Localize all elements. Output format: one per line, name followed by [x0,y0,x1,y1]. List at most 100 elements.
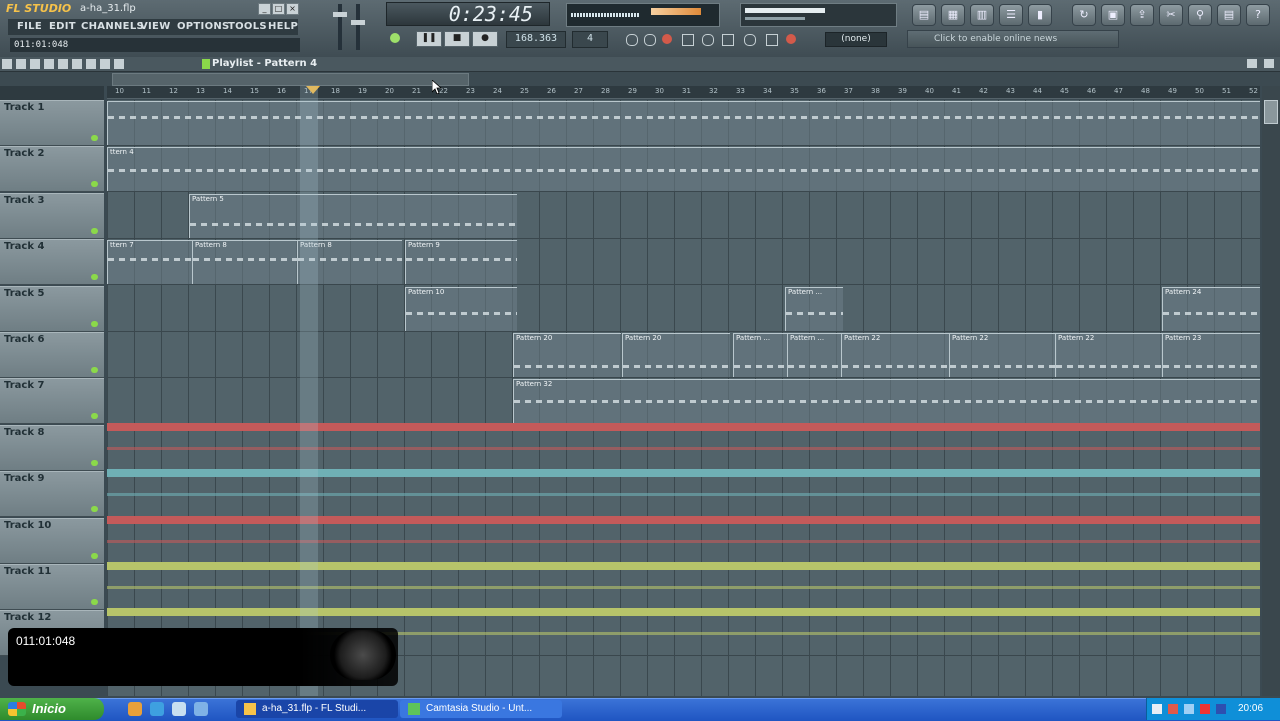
chrome-icon[interactable] [128,702,142,716]
track-mute-led-icon[interactable] [91,552,98,559]
track-mute-led-icon[interactable] [91,506,98,513]
tray-alert-icon[interactable] [1200,704,1210,714]
track-header[interactable]: Track 3 [0,192,104,239]
ie-icon[interactable] [150,702,164,716]
track-mute-led-icon[interactable] [91,227,98,234]
master-pitch-handle[interactable] [351,20,365,25]
record-button[interactable]: ● [472,31,498,47]
playlist-window-icon[interactable]: ▤ [912,4,936,26]
menu-tools[interactable]: TOOLS [228,21,267,32]
pattern-clip[interactable]: ttern 7 [107,240,192,285]
snap-icon[interactable] [766,34,778,46]
maximize-button[interactable]: □ [272,3,285,15]
track-header[interactable]: Track 11 [0,564,104,610]
minimize-button[interactable]: _ [258,3,271,15]
pattern-clip[interactable]: Pattern 20 [513,333,621,377]
pattern-clip[interactable]: Pattern 9 [405,240,517,285]
pattern-number-display[interactable]: 4 [572,31,608,48]
menu-file[interactable]: FILE [17,21,42,32]
document-icon[interactable]: ▤ [1217,4,1241,26]
track-header[interactable]: Track 5 [0,285,104,332]
brush-tool-icon[interactable] [16,59,26,69]
playlist-grid[interactable]: ttern 4 Pattern 5 ttern 7 Pattern 8 Pattern … [107,100,1260,696]
step-sequencer-icon[interactable]: ▦ [941,4,965,26]
mixer-icon[interactable]: ▮ [1028,4,1052,26]
desktop-icon[interactable] [172,702,186,716]
pattern-clip[interactable]: Pattern 8 [192,240,297,285]
track-header[interactable]: Track 4 [0,239,104,286]
pattern-clip[interactable]: Pattern ... [785,286,843,331]
pattern-clip[interactable]: Pattern 22 [1055,333,1163,377]
play-button[interactable]: ❚❚ [416,31,442,47]
track-header[interactable]: Track 1 [0,100,104,146]
typing-keyboard-icon[interactable] [722,34,734,46]
track-header[interactable]: Track 10 [0,517,104,564]
step-edit-icon[interactable] [682,34,694,46]
menu-help[interactable]: HELP [268,21,298,32]
blend-icon[interactable] [702,34,714,46]
tray-antivirus-icon[interactable] [1168,704,1178,714]
playlist-maximize-button[interactable] [1247,59,1257,68]
pattern-clip[interactable]: Pattern ... [787,333,841,377]
master-volume-handle[interactable] [333,12,347,17]
track-mute-led-icon[interactable] [91,181,98,188]
tray-network-icon[interactable] [1152,704,1162,714]
delete-tool-icon[interactable] [30,59,40,69]
automation-clip[interactable] [107,422,1260,431]
taskbar-item-fl-studio[interactable]: a-ha_31.flp - FL Studi... [236,700,398,718]
pencil-tool-icon[interactable] [2,59,12,69]
playlist-title[interactable]: Playlist - Pattern 4 [212,57,317,70]
search-icon[interactable]: ⚲ [1188,4,1212,26]
time-ruler[interactable]: 10 11 12 13 14 15 16 17 18 19 20 21 22 23 24 25 26 27 28 29… [107,86,1260,99]
pattern-clip[interactable]: Pattern 10 [405,286,517,331]
track-mute-led-icon[interactable] [91,413,98,420]
tray-app-icon[interactable] [1216,704,1226,714]
midi-device-select[interactable]: (none) [825,32,887,47]
track-mute-led-icon[interactable] [91,367,98,373]
track-lane[interactable] [107,286,1260,332]
refresh-icon[interactable]: ↻ [1072,4,1096,26]
select-tool-icon[interactable] [72,59,82,69]
overdub-icon[interactable] [786,34,796,44]
help-icon[interactable]: ? [1246,4,1270,26]
online-news-bar[interactable]: Click to enable online news [907,30,1119,48]
tempo-display[interactable]: 168.363 [506,31,566,48]
automation-clip[interactable] [107,562,1260,570]
track-header[interactable]: Track 9 [0,471,104,518]
playlist-play-icon[interactable] [202,59,210,69]
tools-icon[interactable]: ✂ [1159,4,1183,26]
pattern-clip[interactable]: Pattern 24 [1162,286,1260,331]
track-mute-led-icon[interactable] [91,459,98,466]
track-header[interactable]: Track 7 [0,378,104,425]
automation-clip[interactable] [107,608,1260,617]
playlist-horizontal-scroll[interactable] [112,73,469,86]
playlist-close-button[interactable] [1264,59,1274,68]
track-header[interactable]: Track 8 [0,424,104,471]
pattern-clip[interactable]: Pattern 20 [622,333,730,377]
piano-roll-icon[interactable]: ▥ [970,4,994,26]
pattern-clip[interactable]: Pattern ... [733,333,787,377]
mute-tool-icon[interactable] [44,59,54,69]
taskbar-item-camtasia[interactable]: Camtasia Studio - Unt... [400,700,562,718]
pattern-clip[interactable]: Pattern 22 [949,333,1057,377]
menu-channels[interactable]: CHANNELS [81,21,144,32]
slice-tool-icon[interactable] [58,59,68,69]
explorer-icon[interactable] [194,702,208,716]
tray-volume-icon[interactable] [1184,704,1194,714]
pattern-clip[interactable] [107,101,1260,145]
track-mute-led-icon[interactable] [91,135,98,141]
snap-tool-icon[interactable] [114,59,124,69]
pattern-clip[interactable]: ttern 4 [107,147,1260,192]
track-header[interactable]: Track 2 [0,146,104,193]
metronome-icon[interactable] [626,34,638,46]
pattern-clip[interactable]: Pattern 22 [841,333,949,377]
menu-options[interactable]: OPTIONS [177,21,230,32]
playlist-vertical-scroll[interactable] [1262,86,1280,696]
pat-song-switch[interactable] [390,33,400,43]
song-time-display[interactable]: 0:23:45 [386,2,550,26]
export-icon[interactable]: ⇪ [1130,4,1154,26]
master-volume-slider[interactable] [338,4,342,50]
close-button[interactable]: × [286,3,299,15]
pattern-clip[interactable]: Pattern 5 [189,193,517,238]
automation-clip[interactable] [107,515,1260,524]
